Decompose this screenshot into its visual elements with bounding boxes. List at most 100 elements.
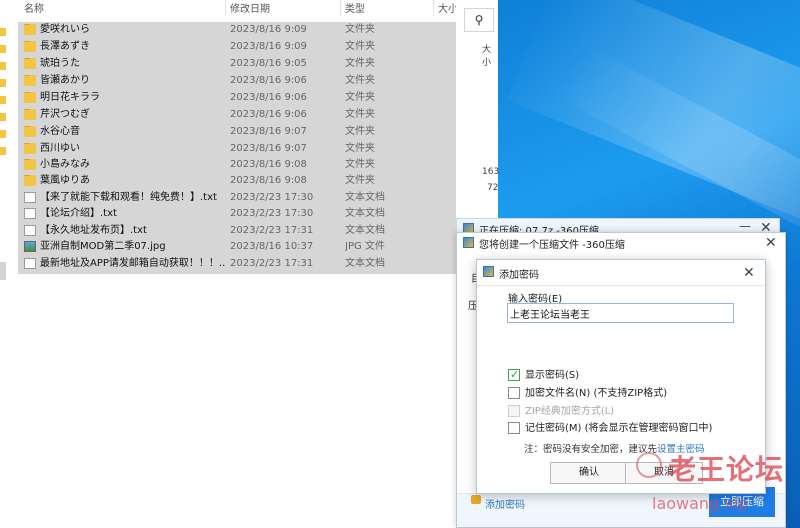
nav-pane-folder-icon[interactable] xyxy=(0,96,6,104)
folder-icon xyxy=(24,175,36,186)
file-type: 文件夹 xyxy=(345,175,375,186)
file-date: 2023/2/23 17:31 xyxy=(230,225,314,236)
remember-password-checkbox[interactable] xyxy=(508,422,520,434)
file-date: 2023/8/16 10:37 xyxy=(230,241,314,252)
file-name: 西川ゆい xyxy=(40,143,80,154)
file-row[interactable]: 【论坛介绍】.txt 2023/2/23 17:30 文本文档 xyxy=(20,206,456,222)
folder-icon xyxy=(24,24,36,35)
file-name: 愛咲れいら xyxy=(40,24,90,35)
column-divider[interactable] xyxy=(340,0,341,16)
option-label: 显示密码(S) xyxy=(525,370,580,381)
close-icon[interactable]: ✕ xyxy=(743,266,755,280)
text-file-icon xyxy=(24,208,36,219)
folder-icon xyxy=(24,126,36,137)
create-archive-dialog-title: 您将创建一个压缩文件 -360压缩 xyxy=(479,240,625,251)
add-password-link[interactable]: 添加密码 xyxy=(485,496,525,511)
file-row[interactable]: 長澤あずき 2023/8/16 9:09 文件夹 xyxy=(20,39,456,55)
minimize-icon[interactable]: — xyxy=(739,219,751,233)
file-type: 文本文档 xyxy=(345,208,385,219)
file-type: 文件夹 xyxy=(345,41,375,52)
file-row[interactable]: 葉風ゆりあ 2023/8/16 9:08 文件夹 xyxy=(20,173,456,189)
file-type: 文本文档 xyxy=(345,225,385,236)
file-name: 皆瀬あかり xyxy=(40,75,90,86)
file-date: 2023/8/16 9:08 xyxy=(230,159,307,170)
nav-pane-folder-icon[interactable] xyxy=(0,45,6,53)
file-row[interactable]: 明日花キララ 2023/8/16 9:06 文件夹 xyxy=(20,90,456,106)
file-date: 2023/8/16 9:09 xyxy=(230,24,307,35)
file-type: 文件夹 xyxy=(345,159,375,170)
file-row[interactable]: 西川ゆい 2023/8/16 9:07 文件夹 xyxy=(20,141,456,157)
file-type: 文件夹 xyxy=(345,126,375,137)
file-name: 葉風ゆりあ xyxy=(40,175,90,186)
size-value: 163 xyxy=(482,167,500,177)
text-file-icon xyxy=(24,258,36,269)
file-name: 小島みなみ xyxy=(40,159,90,170)
file-row[interactable]: 最新地址及APP请发邮箱自动获取！！！... 2023/2/23 17:31 文… xyxy=(20,256,456,272)
column-header-name[interactable]: 名称 xyxy=(24,0,44,15)
option-label: ZIP经典加密方式(L) xyxy=(525,406,615,417)
file-type: 文件夹 xyxy=(345,143,375,154)
file-type: JPG 文件 xyxy=(345,241,385,252)
nav-pane-folder-icon[interactable] xyxy=(0,113,6,121)
file-row[interactable]: 【来了就能下载和观看！纯免费！】.txt 2023/2/23 17:30 文本文… xyxy=(20,190,456,206)
file-row[interactable]: 皆瀬あかり 2023/8/16 9:06 文件夹 xyxy=(20,73,456,89)
file-date: 2023/8/16 9:07 xyxy=(230,126,307,137)
nav-pane-folder-icon[interactable] xyxy=(0,79,6,87)
360zip-app-icon xyxy=(463,237,474,248)
watermark-seal xyxy=(636,452,662,478)
column-header-size[interactable]: 大小 xyxy=(438,0,458,15)
file-row[interactable]: 芹沢つむぎ 2023/8/16 9:06 文件夹 xyxy=(20,107,456,123)
folder-icon xyxy=(24,159,36,170)
file-row[interactable]: 亚洲自制MOD第二季07.jpg 2023/8/16 10:37 JPG 文件 xyxy=(20,239,456,255)
file-row[interactable]: 琥珀うた 2023/8/16 9:05 文件夹 xyxy=(20,56,456,72)
file-type: 文本文档 xyxy=(345,192,385,203)
folder-icon xyxy=(24,41,36,52)
file-name: 【来了就能下载和观看！纯免费！】.txt xyxy=(40,192,217,203)
show-password-checkbox[interactable] xyxy=(508,368,520,381)
file-name: 水谷心音 xyxy=(40,126,80,137)
search-icon[interactable]: ⚲ xyxy=(464,8,494,32)
option-label: 加密文件名(N) (不支持ZIP格式) xyxy=(525,388,668,399)
size-column-header[interactable]: 大小 xyxy=(482,42,498,68)
file-row[interactable]: 水谷心音 2023/8/16 9:07 文件夹 xyxy=(20,124,456,140)
folder-icon xyxy=(24,109,36,120)
column-header-date[interactable]: 修改日期 xyxy=(230,0,270,15)
file-date: 2023/8/16 9:08 xyxy=(230,175,307,186)
close-icon[interactable]: ✕ xyxy=(765,236,777,250)
nav-pane-selected-item[interactable] xyxy=(0,262,6,280)
folder-icon xyxy=(24,92,36,103)
file-date: 2023/2/23 17:30 xyxy=(230,208,314,219)
nav-pane-folder-icon[interactable] xyxy=(0,147,6,155)
zip-classic-encryption-checkbox xyxy=(508,405,520,417)
nav-pane-folder-icon[interactable] xyxy=(0,130,6,138)
file-name: 長澤あずき xyxy=(40,41,90,52)
file-date: 2023/2/23 17:31 xyxy=(230,258,314,269)
file-date: 2023/8/16 9:06 xyxy=(230,75,307,86)
file-name: 芹沢つむぎ xyxy=(40,109,90,120)
file-date: 2023/8/16 9:05 xyxy=(230,58,307,69)
confirm-button[interactable]: 确认 xyxy=(550,462,628,484)
file-explorer-window: 名称 修改日期 类型 大小 愛咲れいら 2023/8/16 9:09 文件夹 長… xyxy=(0,0,488,528)
folder-icon xyxy=(24,58,36,69)
image-file-icon xyxy=(24,241,36,252)
size-value: 72 xyxy=(487,183,499,193)
column-header-type[interactable]: 类型 xyxy=(345,0,365,15)
column-divider[interactable] xyxy=(225,0,226,16)
file-date: 2023/2/23 17:30 xyxy=(230,192,314,203)
lock-icon[interactable] xyxy=(471,495,481,504)
nav-pane-folder-icon[interactable] xyxy=(0,62,6,70)
file-name: 【永久地址发布页】.txt xyxy=(40,225,147,236)
file-row[interactable]: 小島みなみ 2023/8/16 9:08 文件夹 xyxy=(20,157,456,173)
add-password-titlebar: 添加密码 ✕ xyxy=(477,260,765,286)
file-name: 明日花キララ xyxy=(40,92,100,103)
password-input[interactable] xyxy=(507,303,734,323)
file-name: 【论坛介绍】.txt xyxy=(40,208,117,219)
column-divider[interactable] xyxy=(433,0,434,16)
360zip-app-icon xyxy=(483,266,494,277)
encrypt-filenames-checkbox[interactable] xyxy=(508,387,520,399)
file-row[interactable]: 【永久地址发布页】.txt 2023/2/23 17:31 文本文档 xyxy=(20,223,456,239)
nav-pane-folder-icon[interactable] xyxy=(0,28,6,36)
file-name: 最新地址及APP请发邮箱自动获取！！！... xyxy=(40,258,226,269)
file-row[interactable]: 愛咲れいら 2023/8/16 9:09 文件夹 xyxy=(20,22,456,38)
file-date: 2023/8/16 9:07 xyxy=(230,143,307,154)
